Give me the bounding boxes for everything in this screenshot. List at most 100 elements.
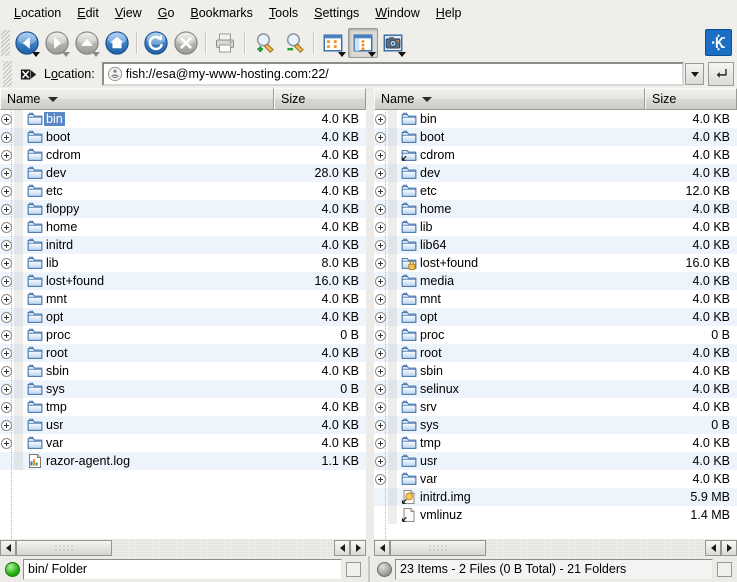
expand-toggle-icon[interactable] (374, 347, 387, 360)
file-name-cell[interactable]: mnt (397, 291, 638, 307)
table-row[interactable]: lib64 4.0 KB (374, 236, 737, 254)
file-name-cell[interactable]: bin (23, 111, 267, 127)
up-menu-arrow-icon[interactable] (92, 51, 100, 57)
table-row[interactable]: etc 4.0 KB (0, 182, 366, 200)
expand-toggle-icon[interactable] (0, 419, 13, 432)
file-name-cell[interactable]: lost+found (23, 273, 267, 289)
table-row[interactable]: vmlinuz 1.4 MB (374, 506, 737, 524)
table-row[interactable]: tmp 4.0 KB (374, 434, 737, 452)
expand-toggle-icon[interactable] (0, 347, 13, 360)
clear-x-icon[interactable] (20, 66, 38, 82)
table-row[interactable]: boot 4.0 KB (374, 128, 737, 146)
file-name-cell[interactable]: usr (23, 417, 267, 433)
table-row[interactable]: var 4.0 KB (374, 470, 737, 488)
menu-bookmarks[interactable]: Bookmarks (182, 4, 261, 22)
expand-toggle-icon[interactable] (0, 383, 13, 396)
expand-toggle-icon[interactable] (374, 455, 387, 468)
menu-settings[interactable]: Settings (306, 4, 367, 22)
table-row[interactable]: opt 4.0 KB (374, 308, 737, 326)
table-row[interactable]: lib 8.0 KB (0, 254, 366, 272)
expand-toggle-icon[interactable] (0, 311, 13, 324)
table-row[interactable]: dev 4.0 KB (374, 164, 737, 182)
location-toolbar-grip[interactable] (3, 61, 12, 87)
up-button[interactable] (72, 28, 102, 58)
stop-button[interactable] (171, 28, 201, 58)
location-dropdown-button[interactable] (685, 63, 704, 85)
tree-view-button[interactable] (348, 27, 378, 58)
left-file-list[interactable]: bin 4.0 KB boot 4.0 KB cdrom 4.0 KB dev 28.0 KB… (0, 110, 366, 539)
table-row[interactable]: dev 28.0 KB (0, 164, 366, 182)
expand-toggle-icon[interactable] (0, 149, 13, 162)
expand-toggle-icon[interactable] (374, 131, 387, 144)
forward-menu-arrow-icon[interactable] (62, 51, 70, 57)
file-name-cell[interactable]: proc (397, 327, 638, 343)
preview-menu-arrow-icon[interactable] (398, 51, 406, 57)
file-name-cell[interactable]: sbin (23, 363, 267, 379)
icon-view-button[interactable] (318, 28, 348, 58)
file-name-cell[interactable]: initrd.img (397, 489, 638, 505)
file-name-cell[interactable]: root (23, 345, 267, 361)
file-name-cell[interactable]: mnt (23, 291, 267, 307)
left-hscrollbar[interactable] (0, 539, 366, 556)
left-hscroll-thumb[interactable] (16, 539, 112, 556)
expand-toggle-icon[interactable] (374, 473, 387, 486)
table-row[interactable]: bin 4.0 KB (374, 110, 737, 128)
expand-toggle-icon[interactable] (374, 149, 387, 162)
icon-view-menu-arrow-icon[interactable] (338, 51, 346, 57)
file-name-cell[interactable]: etc (23, 183, 267, 199)
right-header-size[interactable]: Size (645, 88, 737, 110)
table-row[interactable]: razor-agent.log 1.1 KB (0, 452, 366, 470)
table-row[interactable]: root 4.0 KB (374, 344, 737, 362)
expand-toggle-icon[interactable] (0, 221, 13, 234)
file-name-cell[interactable]: root (397, 345, 638, 361)
table-row[interactable]: sbin 4.0 KB (0, 362, 366, 380)
expand-toggle-icon[interactable] (374, 293, 387, 306)
table-row[interactable]: sys 0 B (0, 380, 366, 398)
table-row[interactable]: home 4.0 KB (374, 200, 737, 218)
right-hscroll-left-button-2[interactable] (705, 539, 721, 556)
table-row[interactable]: cdrom 4.0 KB (374, 146, 737, 164)
table-row[interactable]: initrd 4.0 KB (0, 236, 366, 254)
table-row[interactable]: media 4.0 KB (374, 272, 737, 290)
file-name-cell[interactable]: bin (397, 111, 638, 127)
file-name-cell[interactable]: sys (23, 381, 267, 397)
file-name-cell[interactable]: opt (397, 309, 638, 325)
expand-toggle-icon[interactable] (0, 437, 13, 450)
zoom-in-button[interactable] (249, 28, 279, 58)
expand-toggle-icon[interactable] (0, 275, 13, 288)
expand-toggle-icon[interactable] (374, 311, 387, 324)
expand-toggle-icon[interactable] (374, 275, 387, 288)
expand-toggle-icon[interactable] (374, 203, 387, 216)
left-hscroll-left-button[interactable] (0, 539, 16, 556)
table-row[interactable]: proc 0 B (0, 326, 366, 344)
menu-view[interactable]: View (107, 4, 150, 22)
table-row[interactable]: sbin 4.0 KB (374, 362, 737, 380)
reload-button[interactable] (141, 28, 171, 58)
left-header-size[interactable]: Size (274, 88, 366, 110)
expand-toggle-icon[interactable] (374, 365, 387, 378)
file-name-cell[interactable]: home (397, 201, 638, 217)
file-name-cell[interactable]: lost+found (397, 255, 638, 271)
expand-toggle-icon[interactable] (374, 167, 387, 180)
menu-tools[interactable]: Tools (261, 4, 306, 22)
table-row[interactable]: tmp 4.0 KB (0, 398, 366, 416)
right-hscroll-track[interactable] (486, 540, 705, 556)
print-button[interactable] (210, 28, 240, 58)
right-hscroll-left-button[interactable] (374, 539, 390, 556)
left-status-resize-grip[interactable] (346, 561, 361, 577)
file-name-cell[interactable]: boot (397, 129, 638, 145)
back-menu-arrow-icon[interactable] (32, 51, 40, 57)
table-row[interactable]: var 4.0 KB (0, 434, 366, 452)
expand-toggle-icon[interactable] (0, 185, 13, 198)
right-hscroll-thumb[interactable] (390, 539, 486, 556)
file-name-cell[interactable]: vmlinuz (397, 507, 638, 523)
expand-toggle-icon[interactable] (0, 401, 13, 414)
expand-toggle-icon[interactable] (374, 437, 387, 450)
zoom-out-button[interactable] (279, 28, 309, 58)
file-name-cell[interactable]: lib (397, 219, 638, 235)
file-name-cell[interactable]: sbin (397, 363, 638, 379)
expand-toggle-icon[interactable] (0, 239, 13, 252)
expand-toggle-icon[interactable] (0, 113, 13, 126)
menu-window[interactable]: Window (367, 4, 427, 22)
file-name-cell[interactable]: selinux (397, 381, 638, 397)
